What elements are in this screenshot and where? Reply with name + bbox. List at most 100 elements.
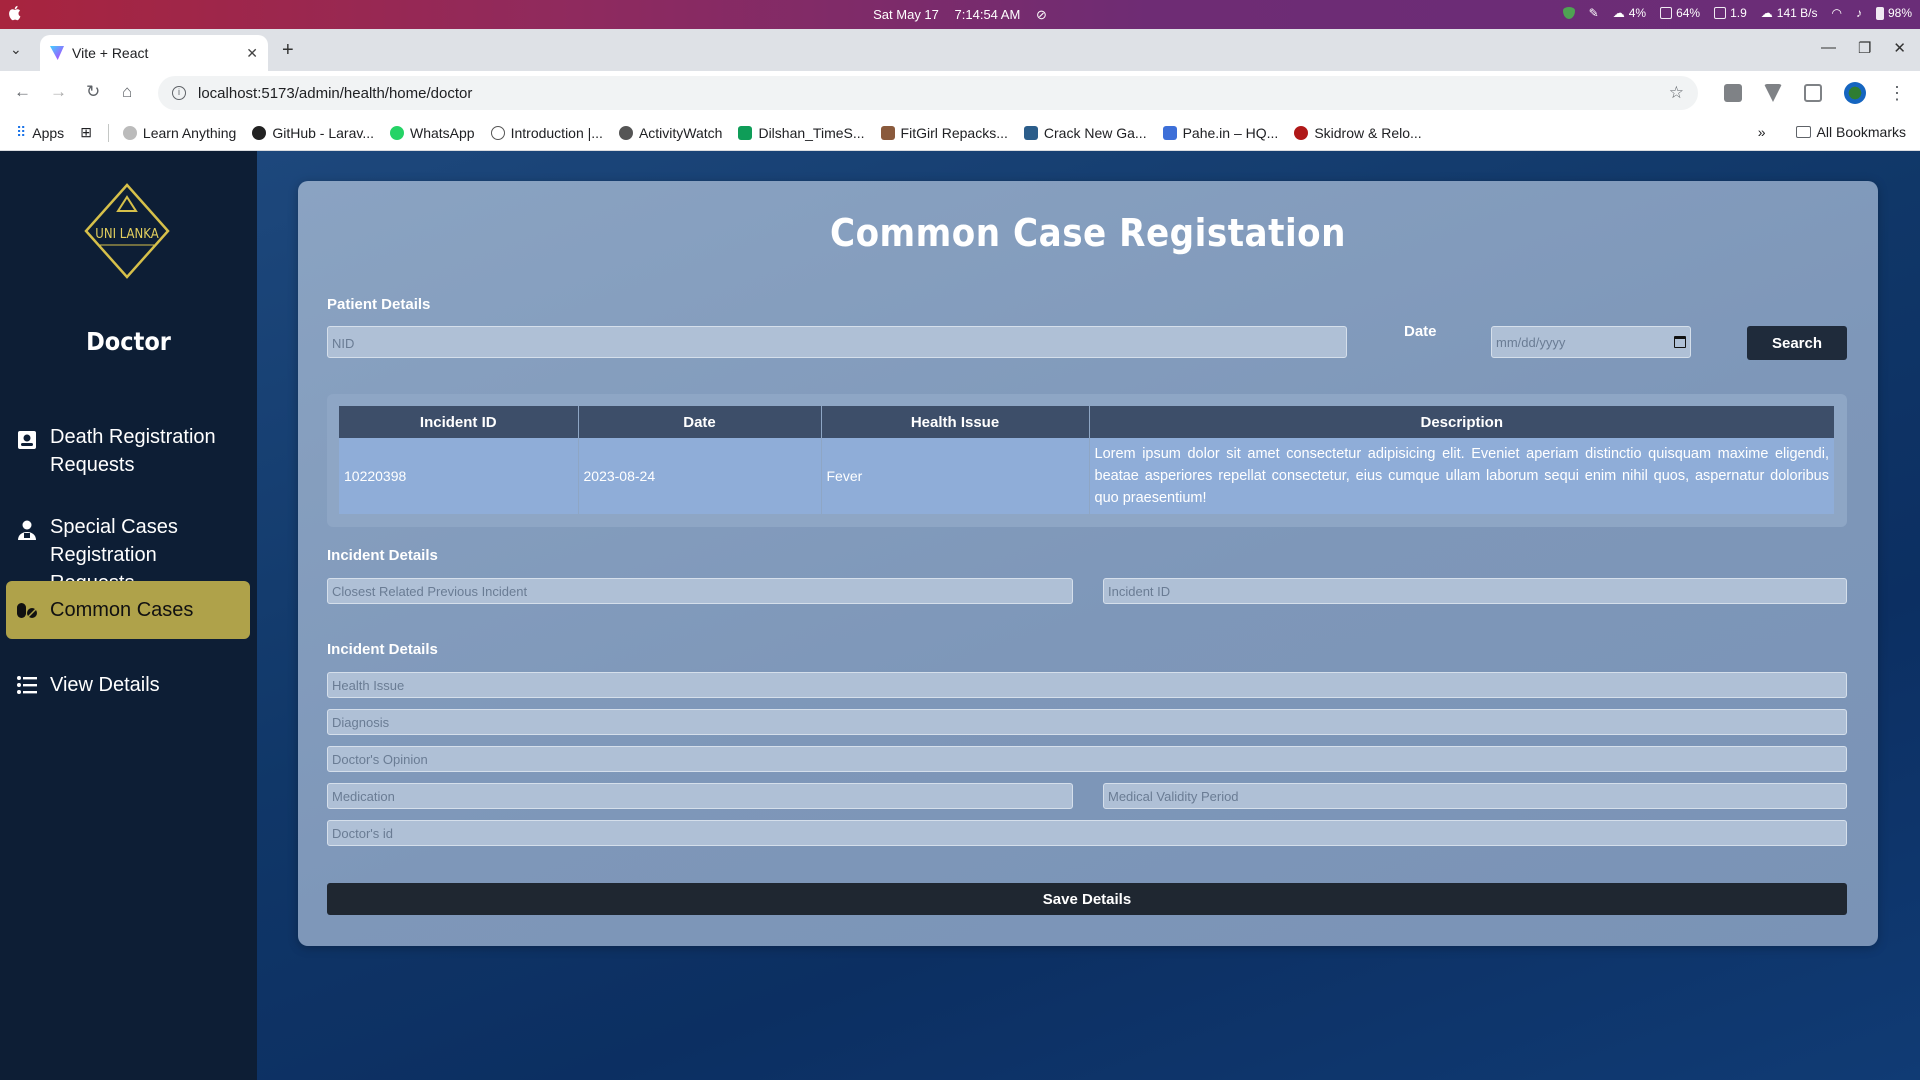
col-header-incident-id: Incident ID — [339, 406, 579, 438]
notifications-off-icon: ⊘ — [1035, 7, 1047, 22]
load-status[interactable]: 1.9 — [1714, 6, 1747, 20]
cell-health-issue: Fever — [821, 438, 1090, 514]
list-icon — [17, 676, 37, 694]
window-close-icon[interactable]: ✕ — [1893, 39, 1906, 57]
bookmark-item[interactable]: Introduction |... — [490, 125, 603, 141]
toolbar-extensions: ⋮ — [1724, 82, 1906, 104]
network-status[interactable]: ☁ 141 B/s — [1761, 6, 1818, 20]
bookmark-item[interactable]: Learn Anything — [122, 125, 236, 141]
bookmark-apps[interactable]: ⠿ Apps — [16, 124, 64, 141]
medication-input[interactable]: Medication — [327, 783, 1073, 809]
bookmark-item[interactable]: ActivityWatch — [618, 125, 722, 141]
bookmark-item[interactable]: Crack New Ga... — [1023, 125, 1147, 141]
sidebar-item-death-registration[interactable]: Death Registration Requests — [6, 413, 250, 489]
puzzle-extensions-icon[interactable] — [1804, 84, 1822, 102]
battery-icon — [1875, 6, 1884, 20]
table-header-row: Incident ID Date Health Issue Descriptio… — [339, 406, 1835, 438]
cpu-status[interactable]: ☁ 4% — [1613, 6, 1646, 20]
memory-icon — [1660, 7, 1673, 19]
save-details-button[interactable]: Save Details — [327, 883, 1847, 915]
learn-anything-favicon-icon — [122, 125, 137, 140]
diagnosis-input[interactable]: Diagnosis — [327, 709, 1847, 735]
pills-icon — [17, 603, 37, 618]
cell-incident-id: 10220398 — [339, 438, 579, 514]
crack-games-favicon-icon — [1023, 125, 1038, 140]
medical-validity-input[interactable]: Medical Validity Period — [1103, 783, 1847, 809]
minimize-icon[interactable]: — — [1821, 39, 1836, 57]
incident-table: Incident ID Date Health Issue Descriptio… — [339, 406, 1835, 514]
os-status-area: ✎ ☁ 4% 64% 1.9 ☁ 141 B/s ◠ ♪ 98% — [1562, 6, 1912, 20]
tab-close-icon[interactable]: ✕ — [246, 45, 258, 62]
doctor-id-input[interactable]: Doctor's id — [327, 820, 1847, 846]
extension-icon[interactable] — [1724, 84, 1742, 102]
date-label: Date — [1404, 323, 1437, 340]
battery-status[interactable]: 98% — [1875, 6, 1912, 20]
date-input[interactable]: mm/dd/yyyy — [1491, 326, 1691, 358]
vite-favicon-icon — [50, 46, 64, 60]
search-button[interactable]: Search — [1747, 326, 1847, 360]
os-date: Sat May 17 — [873, 7, 939, 22]
registration-form-card: Common Case Registation Patient Details … — [298, 181, 1878, 946]
github-favicon-icon — [252, 125, 267, 140]
profile-avatar[interactable] — [1844, 82, 1866, 104]
incident-details-label: Incident Details — [327, 547, 438, 564]
display-icon — [1714, 7, 1727, 19]
incident-table-container: Incident ID Date Health Issue Descriptio… — [327, 394, 1847, 527]
bookmark-item[interactable]: Dilshan_TimeS... — [738, 125, 865, 141]
url-text[interactable]: localhost:5173/admin/health/home/doctor — [198, 85, 472, 102]
new-tab-icon[interactable]: + — [282, 39, 294, 62]
site-info-icon[interactable]: i — [172, 86, 186, 100]
col-header-description: Description — [1089, 406, 1835, 438]
table-row[interactable]: 10220398 2023-08-24 Fever Lorem ipsum do… — [339, 438, 1835, 514]
fitgirl-favicon-icon — [880, 125, 895, 140]
home-icon[interactable]: ⌂ — [122, 82, 132, 102]
window-controls: — ❐ ✕ — [1821, 39, 1906, 57]
uni-lanka-logo: UNI LANKA — [84, 183, 170, 279]
reload-icon[interactable]: ↻ — [86, 82, 100, 102]
sidebar-item-common-cases[interactable]: Common Cases — [6, 581, 250, 639]
health-issue-input[interactable]: Health Issue — [327, 672, 1847, 698]
restore-icon[interactable]: ❐ — [1858, 39, 1871, 57]
more-bookmarks-chevron-icon[interactable]: » — [1758, 124, 1766, 140]
bookmark-item[interactable]: WhatsApp — [390, 125, 475, 141]
id-badge-icon — [18, 431, 36, 449]
tab-search-chevron-icon[interactable]: ⌄ — [10, 41, 22, 58]
bookmark-star-icon[interactable]: ☆ — [1669, 83, 1684, 103]
sidebar-item-label: Death Registration Requests — [50, 426, 216, 476]
memory-status[interactable]: 64% — [1660, 6, 1700, 20]
incident-id-input[interactable]: Incident ID — [1103, 578, 1847, 604]
picker-icon[interactable]: ✎ — [1589, 6, 1599, 20]
folder-icon — [1795, 126, 1811, 138]
back-icon[interactable]: ← — [14, 82, 31, 102]
shield-icon[interactable] — [1562, 7, 1575, 19]
nid-input[interactable]: NID — [327, 326, 1347, 358]
wifi-icon[interactable]: ◠ — [1831, 6, 1841, 20]
kebab-menu-icon[interactable]: ⋮ — [1888, 83, 1906, 104]
bookmarks-bar: ⠿ Apps ⊞ Learn Anything GitHub - Larav...… — [0, 115, 1920, 151]
bookmark-item[interactable]: Pahe.in – HQ... — [1162, 125, 1278, 141]
forward-icon[interactable]: → — [50, 82, 67, 102]
volume-icon[interactable]: ♪ — [1856, 6, 1862, 20]
user-doctor-icon — [18, 520, 36, 540]
doctors-opinion-input[interactable]: Doctor's Opinion — [327, 746, 1847, 772]
sidebar-item-view-details[interactable]: View Details — [6, 661, 250, 709]
bookmark-item[interactable]: FitGirl Repacks... — [880, 125, 1008, 141]
address-bar[interactable]: i localhost:5173/admin/health/home/docto… — [158, 76, 1698, 110]
bookmarks-bar-right: » All Bookmarks — [1758, 124, 1906, 140]
all-bookmarks-button[interactable]: All Bookmarks — [1795, 124, 1906, 140]
extension-icon[interactable] — [1764, 84, 1782, 102]
browser-tab-active[interactable]: Vite + React ✕ — [40, 35, 268, 71]
patient-details-label: Patient Details — [327, 296, 431, 313]
introduction-favicon-icon — [490, 125, 505, 140]
bookmark-item[interactable]: Skidrow & Relo... — [1294, 125, 1422, 141]
activitywatch-favicon-icon — [618, 125, 633, 140]
bookmark-item[interactable]: GitHub - Larav... — [252, 125, 374, 141]
cell-description: Lorem ipsum dolor sit amet consectetur a… — [1089, 438, 1835, 514]
calendar-icon[interactable] — [1674, 336, 1686, 348]
sidebar: UNI LANKA Doctor Death Registration Requ… — [0, 151, 257, 1080]
incident-details-label-2: Incident Details — [327, 641, 438, 658]
tab-groups-icon[interactable]: ⊞ — [80, 124, 92, 141]
closest-incident-input[interactable]: Closest Related Previous Incident — [327, 578, 1073, 604]
app-root: UNI LANKA Doctor Death Registration Requ… — [0, 151, 1920, 1080]
bookmarks-divider — [107, 123, 109, 142]
